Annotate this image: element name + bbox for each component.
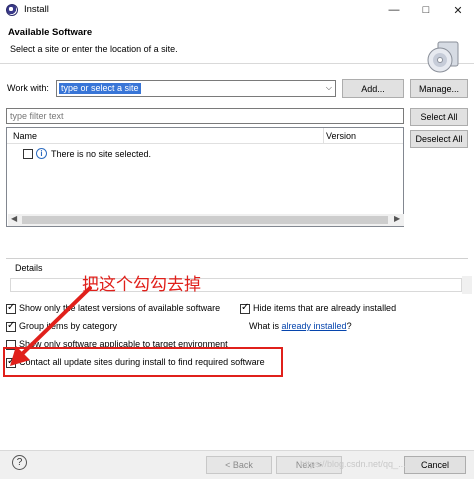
latest-versions-option[interactable]: Show only the latest versions of availab… xyxy=(6,302,236,316)
tree-row[interactable]: i There is no site selected. xyxy=(7,146,403,162)
column-name-label: Name xyxy=(13,131,38,141)
select-all-button[interactable]: Select All xyxy=(410,108,468,126)
details-scrollbar[interactable] xyxy=(462,276,472,294)
filter-placeholder: type filter text xyxy=(10,111,64,121)
details-text xyxy=(10,278,462,292)
title-bar: Install — □ ✕ xyxy=(0,0,474,20)
chevron-down-icon[interactable]: ⌵ xyxy=(326,83,332,93)
hide-installed-option[interactable]: Hide items that are already installed xyxy=(240,302,460,316)
scroll-left-icon[interactable]: ◀ xyxy=(11,214,17,223)
window-title: Install xyxy=(24,4,49,15)
horizontal-scrollbar[interactable]: ◀ ▶ xyxy=(8,214,404,226)
annotation-text: 把这个勾勾去掉 xyxy=(82,275,201,295)
cancel-button[interactable]: Cancel xyxy=(404,456,466,474)
install-cd-icon xyxy=(427,41,459,73)
column-header-version[interactable]: Version xyxy=(324,128,403,144)
minimize-icon[interactable]: — xyxy=(378,0,410,20)
software-tree[interactable]: Name Version i There is no site selected… xyxy=(6,127,404,227)
tree-row-text: There is no site selected. xyxy=(51,149,152,159)
manage-sites-button[interactable]: Manage... xyxy=(410,79,468,98)
group-by-category-option[interactable]: Group items by category xyxy=(6,320,236,334)
deselect-all-button[interactable]: Deselect All xyxy=(410,130,468,148)
work-with-combo[interactable]: type or select a site ⌵ xyxy=(56,80,336,97)
page-subtitle: Select a site or enter the location of a… xyxy=(10,44,178,54)
wizard-header: Available Software Select a site or ente… xyxy=(0,20,474,73)
what-is-installed-text: What is already installed? xyxy=(249,321,352,331)
column-version-label: Version xyxy=(326,131,357,141)
add-site-button[interactable]: Add... xyxy=(342,79,404,98)
page-title: Available Software xyxy=(8,27,93,38)
scrollbar-thumb[interactable] xyxy=(22,216,388,224)
info-icon: i xyxy=(36,148,47,159)
latest-versions-label: Show only the latest versions of availab… xyxy=(19,303,221,313)
tree-row-checkbox[interactable] xyxy=(23,149,33,159)
column-header-name[interactable]: Name xyxy=(7,128,323,144)
eclipse-app-icon xyxy=(6,4,18,16)
annotation-arrow xyxy=(10,286,92,366)
group-by-category-checkbox[interactable] xyxy=(6,320,16,332)
already-installed-link[interactable]: already installed xyxy=(282,321,347,331)
filter-input[interactable]: type filter text xyxy=(6,108,404,124)
work-with-value: type or select a site xyxy=(59,83,141,94)
hide-installed-checkbox[interactable] xyxy=(240,302,250,314)
details-label: Details xyxy=(14,263,44,273)
highlight-box xyxy=(3,347,283,377)
latest-versions-checkbox[interactable] xyxy=(6,302,16,314)
watermark-text: https://blog.csdn.net/qq_... xyxy=(300,459,406,469)
what-is-prefix: What is xyxy=(249,321,282,331)
maximize-icon[interactable]: □ xyxy=(410,0,442,20)
hide-installed-label: Hide items that are already installed xyxy=(253,303,397,313)
close-icon[interactable]: ✕ xyxy=(442,0,474,20)
group-by-category-label: Group items by category xyxy=(19,321,118,331)
help-icon[interactable]: ? xyxy=(12,455,27,470)
what-is-suffix: ? xyxy=(346,321,352,331)
work-with-label: Work with: xyxy=(7,83,49,93)
scroll-right-icon[interactable]: ▶ xyxy=(394,214,400,223)
back-button[interactable]: < Back xyxy=(206,456,272,474)
